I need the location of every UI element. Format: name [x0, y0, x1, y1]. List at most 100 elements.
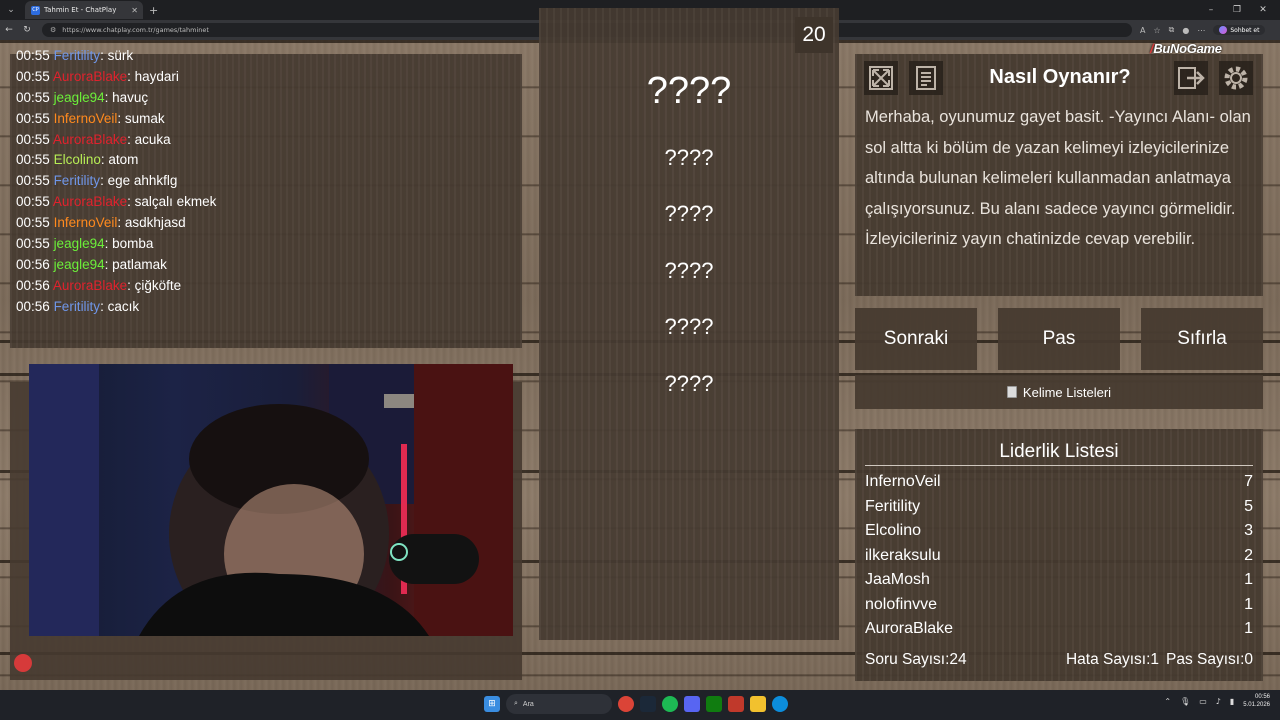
next-button[interactable]: Sonraki: [855, 308, 977, 370]
chat-username: AuroraBlake: [52, 194, 128, 210]
system-tray: ⌃ 🎙 ▭ ♪ ▮ 00:56 5.01.2026: [1164, 693, 1270, 709]
file-explorer-icon[interactable]: [750, 696, 766, 712]
network-icon[interactable]: ▭: [1199, 697, 1207, 706]
notes-button[interactable]: [909, 61, 943, 95]
chat-message: 00:55 jeagle94: bomba: [16, 234, 216, 255]
maximize-icon[interactable]: ❐: [1224, 0, 1250, 20]
fullscreen-button[interactable]: [864, 61, 898, 95]
word-lists-label: Kelime Listeleri: [1022, 384, 1112, 400]
chat-timestamp: 00:55: [16, 110, 50, 126]
chat-username: InfernoVeil: [53, 110, 118, 126]
chat-username: jeagle94: [53, 256, 105, 272]
taskbar-apps: ⊞ ⌕ Ara: [484, 694, 788, 714]
leaderboard-row: JaaMosh 1: [865, 571, 1253, 595]
new-tab-icon[interactable]: +: [149, 4, 158, 17]
read-aloud-icon[interactable]: A: [1140, 26, 1145, 35]
taskbar-search[interactable]: ⌕ Ara: [506, 694, 612, 714]
chat-text: : asdkhjasd: [117, 215, 186, 231]
microphone-tray-icon[interactable]: 🎙: [1180, 697, 1190, 706]
reset-button[interactable]: Sıfırla: [1141, 308, 1263, 370]
leaderboard-name: Elcolino: [865, 522, 922, 539]
chrome-icon[interactable]: [618, 696, 634, 712]
back-icon[interactable]: ←: [0, 25, 18, 35]
tab-title: Tahmin Et - ChatPlay: [44, 6, 117, 14]
leaderboard-row: InfernoVeil 7: [865, 473, 1253, 497]
pass-button[interactable]: Pas: [998, 308, 1120, 370]
main-word: ????: [646, 70, 732, 112]
chat-timestamp: 00:55: [16, 236, 50, 252]
copilot-icon: [1219, 26, 1228, 34]
leaderboard-score: 2: [1244, 546, 1253, 564]
chat-text: : cacık: [100, 298, 140, 314]
site-info-icon[interactable]: ⚙: [50, 26, 56, 34]
steam-icon[interactable]: [640, 696, 656, 712]
leaderboard-name: AuroraBlake: [865, 620, 954, 637]
chat-username: jeagle94: [53, 236, 105, 252]
more-menu-icon[interactable]: ⋯: [1197, 26, 1205, 35]
chat-text: : patlamak: [104, 256, 167, 272]
chat-message: 00:55 InfernoVeil: sumak: [16, 109, 216, 130]
chat-username: jeagle94: [53, 89, 105, 105]
chat-message: 00:55 AuroraBlake: acuka: [16, 130, 216, 151]
discord-icon[interactable]: [684, 696, 700, 712]
chat-username: Feritility: [53, 173, 101, 189]
chat-text: : acuka: [127, 131, 171, 147]
leaderboard-divider: [865, 465, 1253, 466]
forbidden-word: ????: [664, 314, 714, 339]
chat-message: 00:55 Feritility: sürk: [16, 46, 216, 67]
profile-icon[interactable]: ●: [1182, 26, 1189, 35]
leaderboard-score: 1: [1244, 571, 1253, 588]
chat-text: : ege ahhkflg: [100, 173, 178, 189]
close-window-icon[interactable]: ✕: [1250, 0, 1276, 20]
system-clock[interactable]: 00:56 5.01.2026: [1243, 693, 1270, 709]
browser-tab[interactable]: CP Tahmin Et - ChatPlay ✕: [25, 1, 143, 19]
chat-timestamp: 00:55: [16, 194, 50, 210]
close-tab-icon[interactable]: ✕: [131, 6, 138, 15]
battery-icon[interactable]: ▮: [1230, 697, 1234, 706]
chat-message: 00:55 InfernoVeil: asdkhjasd: [16, 213, 216, 234]
chat-text: : bomba: [104, 236, 154, 252]
volume-icon[interactable]: ♪: [1216, 697, 1221, 706]
clipboard-icon: [1006, 386, 1017, 398]
collections-icon[interactable]: ⧉: [1169, 25, 1175, 35]
leaderboard-name: InfernoVeil: [865, 473, 941, 490]
davinci-icon[interactable]: [728, 696, 744, 712]
settings-button[interactable]: [1219, 61, 1253, 95]
tray-chevron-icon[interactable]: ⌃: [1164, 697, 1171, 706]
xbox-icon[interactable]: [706, 696, 722, 712]
chat-message: 00:56 Feritility: cacık: [16, 297, 216, 318]
brand-text: BuNoGame: [1153, 41, 1222, 56]
start-menu-icon[interactable]: ⊞: [484, 696, 500, 712]
chat-timestamp: 00:55: [16, 48, 50, 63]
chat-message: 00:55 AuroraBlake: salçalı ekmek: [16, 192, 216, 213]
streamer-webcam-feed: [29, 364, 513, 636]
leaderboard-score: 3: [1244, 522, 1253, 539]
settings-icon: [1224, 66, 1248, 90]
reload-icon[interactable]: ↻: [18, 25, 36, 35]
edge-icon[interactable]: [772, 696, 788, 712]
round-timer: 20: [795, 17, 833, 53]
pass-count: Pas Sayısı:0: [1165, 651, 1253, 668]
spotify-icon[interactable]: [662, 696, 678, 712]
leaderboard-name: JaaMosh: [865, 571, 930, 588]
chat-timestamp: 00:56: [16, 256, 50, 272]
help-title: Nasıl Oynanır?: [989, 66, 1131, 88]
leaderboard-row: ilkeraksulu 2: [865, 547, 1253, 571]
chat-timestamp: 00:56: [16, 277, 50, 293]
chat-timestamp: 00:55: [16, 215, 50, 231]
word-lists-button[interactable]: Kelime Listeleri: [855, 375, 1263, 409]
leaderboard-row: Feritility 5: [865, 498, 1253, 522]
minimize-icon[interactable]: –: [1198, 0, 1224, 20]
copilot-chat-label: Sohbet et: [1230, 26, 1260, 34]
chat-text: : haydari: [127, 68, 179, 84]
exit-button[interactable]: [1174, 61, 1208, 95]
clock-shape: [384, 394, 414, 408]
tab-search-icon[interactable]: ⌄: [3, 2, 19, 18]
chat-message: 00:55 jeagle94: havuç: [16, 88, 216, 109]
chat-username: AuroraBlake: [52, 131, 128, 147]
chat-message: 00:56 jeagle94: patlamak: [16, 255, 216, 276]
chat-username: Feritility: [53, 48, 101, 63]
copilot-chat-button[interactable]: Sohbet et: [1213, 25, 1266, 35]
chat-text: : çiğköfte: [127, 277, 182, 293]
favorite-star-icon[interactable]: ☆: [1153, 26, 1160, 35]
